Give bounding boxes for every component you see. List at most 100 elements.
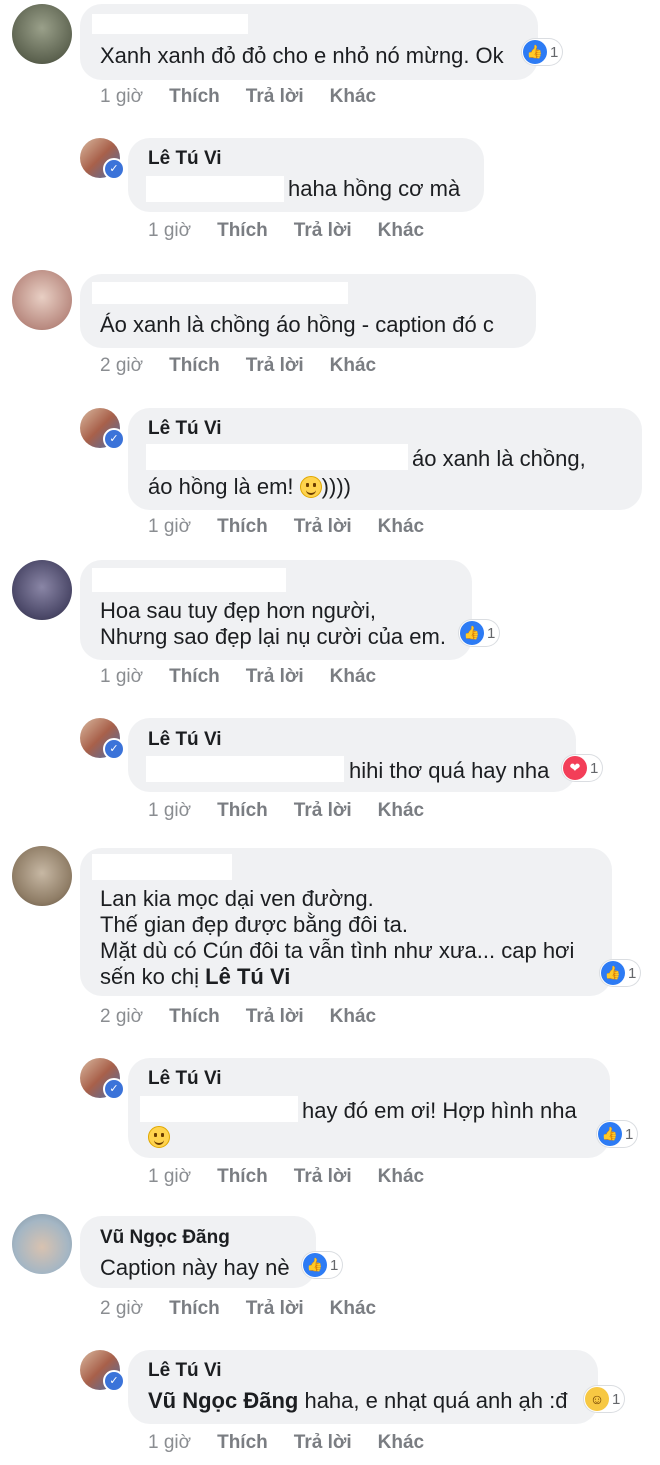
like-button[interactable]: Thích	[169, 86, 220, 108]
reaction-badge[interactable]: 👍 1	[522, 39, 563, 65]
redacted-mention	[146, 176, 284, 202]
reply-text: hay đó em ơi! Hợp hình nha	[302, 1098, 577, 1123]
reply-button[interactable]: Trả lời	[294, 220, 352, 242]
reply-author[interactable]: Lê Tú Vi	[148, 729, 222, 751]
avatar[interactable]	[12, 846, 72, 906]
reaction-count: 1	[625, 1125, 634, 1143]
thumbs-up-icon: 👍	[598, 1122, 622, 1146]
like-button[interactable]: Thích	[217, 220, 268, 242]
reply-button[interactable]: Trả lời	[294, 1166, 352, 1188]
reply-actions: 1 giờ Thích Trả lời Khác	[148, 516, 424, 538]
redacted-author-name	[92, 568, 286, 592]
redacted-author-name	[92, 282, 348, 304]
reaction-badge[interactable]: 👍 1	[459, 620, 500, 646]
reaction-badge[interactable]: 👍 1	[597, 1121, 638, 1147]
timestamp[interactable]: 1 giờ	[100, 86, 143, 108]
reaction-badge[interactable]: 👍 1	[302, 1252, 343, 1278]
reply-text	[148, 1122, 170, 1152]
timestamp[interactable]: 2 giờ	[100, 355, 143, 377]
more-button[interactable]: Khác	[330, 1006, 376, 1028]
like-button[interactable]: Thích	[217, 516, 268, 538]
reply-button[interactable]: Trả lời	[294, 516, 352, 538]
redacted-author-name	[92, 14, 248, 34]
more-button[interactable]: Khác	[330, 1298, 376, 1320]
verified-check-icon: ✓	[103, 428, 125, 450]
avatar[interactable]	[12, 560, 72, 620]
more-button[interactable]: Khác	[378, 800, 424, 822]
timestamp[interactable]: 1 giờ	[148, 1166, 191, 1188]
redacted-mention	[146, 444, 408, 470]
reaction-badge[interactable]: 👍 1	[600, 960, 641, 986]
timestamp[interactable]: 1 giờ	[148, 220, 191, 242]
comment-actions: 2 giờ Thích Trả lời Khác	[100, 355, 376, 377]
like-button[interactable]: Thích	[217, 1166, 268, 1188]
reaction-count: 1	[612, 1390, 621, 1408]
reaction-badge[interactable]: ❤ 1	[562, 755, 603, 781]
thumbs-up-icon: 👍	[303, 1253, 327, 1277]
more-button[interactable]: Khác	[330, 666, 376, 688]
thumbs-up-icon: 👍	[460, 621, 484, 645]
reply-text: hihi thơ quá hay nha	[349, 758, 550, 783]
reaction-count: 1	[330, 1256, 339, 1274]
timestamp[interactable]: 2 giờ	[100, 1298, 143, 1320]
reaction-count: 1	[590, 759, 599, 777]
reply-button[interactable]: Trả lời	[246, 355, 304, 377]
verified-check-icon: ✓	[103, 738, 125, 760]
more-button[interactable]: Khác	[378, 220, 424, 242]
reply-button[interactable]: Trả lời	[246, 666, 304, 688]
reply-author[interactable]: Lê Tú Vi	[148, 148, 222, 170]
avatar[interactable]	[12, 1214, 72, 1274]
comment-text: Nhưng sao đẹp lại nụ cười của em.	[100, 624, 446, 649]
comment-actions: 2 giờ Thích Trả lời Khác	[100, 1006, 376, 1028]
reply-text: áo xanh là chồng,	[412, 446, 586, 471]
laughing-face-icon: ☺	[585, 1387, 609, 1411]
reply-button[interactable]: Trả lời	[246, 1006, 304, 1028]
like-button[interactable]: Thích	[169, 1298, 220, 1320]
thumbs-up-icon: 👍	[601, 961, 625, 985]
reply-button[interactable]: Trả lời	[246, 86, 304, 108]
like-button[interactable]: Thích	[217, 1432, 268, 1454]
more-button[interactable]: Khác	[330, 86, 376, 108]
reply-actions: 1 giờ Thích Trả lời Khác	[148, 1166, 424, 1188]
reply-author[interactable]: Lê Tú Vi	[148, 418, 222, 440]
comment-text: sến ko chị Lê Tú Vi	[100, 964, 291, 989]
timestamp[interactable]: 2 giờ	[100, 1006, 143, 1028]
avatar[interactable]	[12, 4, 72, 64]
reply-button[interactable]: Trả lời	[294, 1432, 352, 1454]
reaction-count: 1	[550, 43, 559, 61]
redacted-mention	[146, 756, 344, 782]
comment-text: Áo xanh là chồng áo hồng - caption đó c	[100, 312, 494, 337]
timestamp[interactable]: 1 giờ	[148, 1432, 191, 1454]
like-button[interactable]: Thích	[169, 355, 220, 377]
timestamp[interactable]: 1 giờ	[148, 800, 191, 822]
timestamp[interactable]: 1 giờ	[100, 666, 143, 688]
comment-text: Caption này hay nè	[100, 1255, 290, 1280]
reply-text: áo hồng là em! ))))	[148, 474, 351, 499]
more-button[interactable]: Khác	[330, 355, 376, 377]
reply-button[interactable]: Trả lời	[294, 800, 352, 822]
verified-check-icon: ✓	[103, 1370, 125, 1392]
smile-emoji-icon	[299, 476, 322, 498]
more-button[interactable]: Khác	[378, 516, 424, 538]
reply-author[interactable]: Lê Tú Vi	[148, 1068, 222, 1090]
avatar[interactable]	[12, 270, 72, 330]
more-button[interactable]: Khác	[378, 1432, 424, 1454]
redacted-author-name	[92, 854, 232, 880]
reaction-count: 1	[628, 964, 637, 982]
thumbs-up-icon: 👍	[523, 40, 547, 64]
like-button[interactable]: Thích	[169, 666, 220, 688]
smile-emoji-icon	[148, 1126, 170, 1148]
comment-author[interactable]: Vũ Ngọc Đãng	[100, 1227, 230, 1249]
redacted-mention	[140, 1096, 298, 1122]
reply-text: Vũ Ngọc Đãng haha, e nhạt quá anh ạh :đ	[148, 1388, 568, 1413]
like-button[interactable]: Thích	[169, 1006, 220, 1028]
mention-link[interactable]: Lê Tú Vi	[205, 964, 290, 989]
like-button[interactable]: Thích	[217, 800, 268, 822]
comment-actions: 1 giờ Thích Trả lời Khác	[100, 86, 376, 108]
mention-link[interactable]: Vũ Ngọc Đãng	[148, 1388, 298, 1413]
timestamp[interactable]: 1 giờ	[148, 516, 191, 538]
reaction-badge[interactable]: ☺ 1	[584, 1386, 625, 1412]
reply-author[interactable]: Lê Tú Vi	[148, 1360, 222, 1382]
reply-button[interactable]: Trả lời	[246, 1298, 304, 1320]
more-button[interactable]: Khác	[378, 1166, 424, 1188]
